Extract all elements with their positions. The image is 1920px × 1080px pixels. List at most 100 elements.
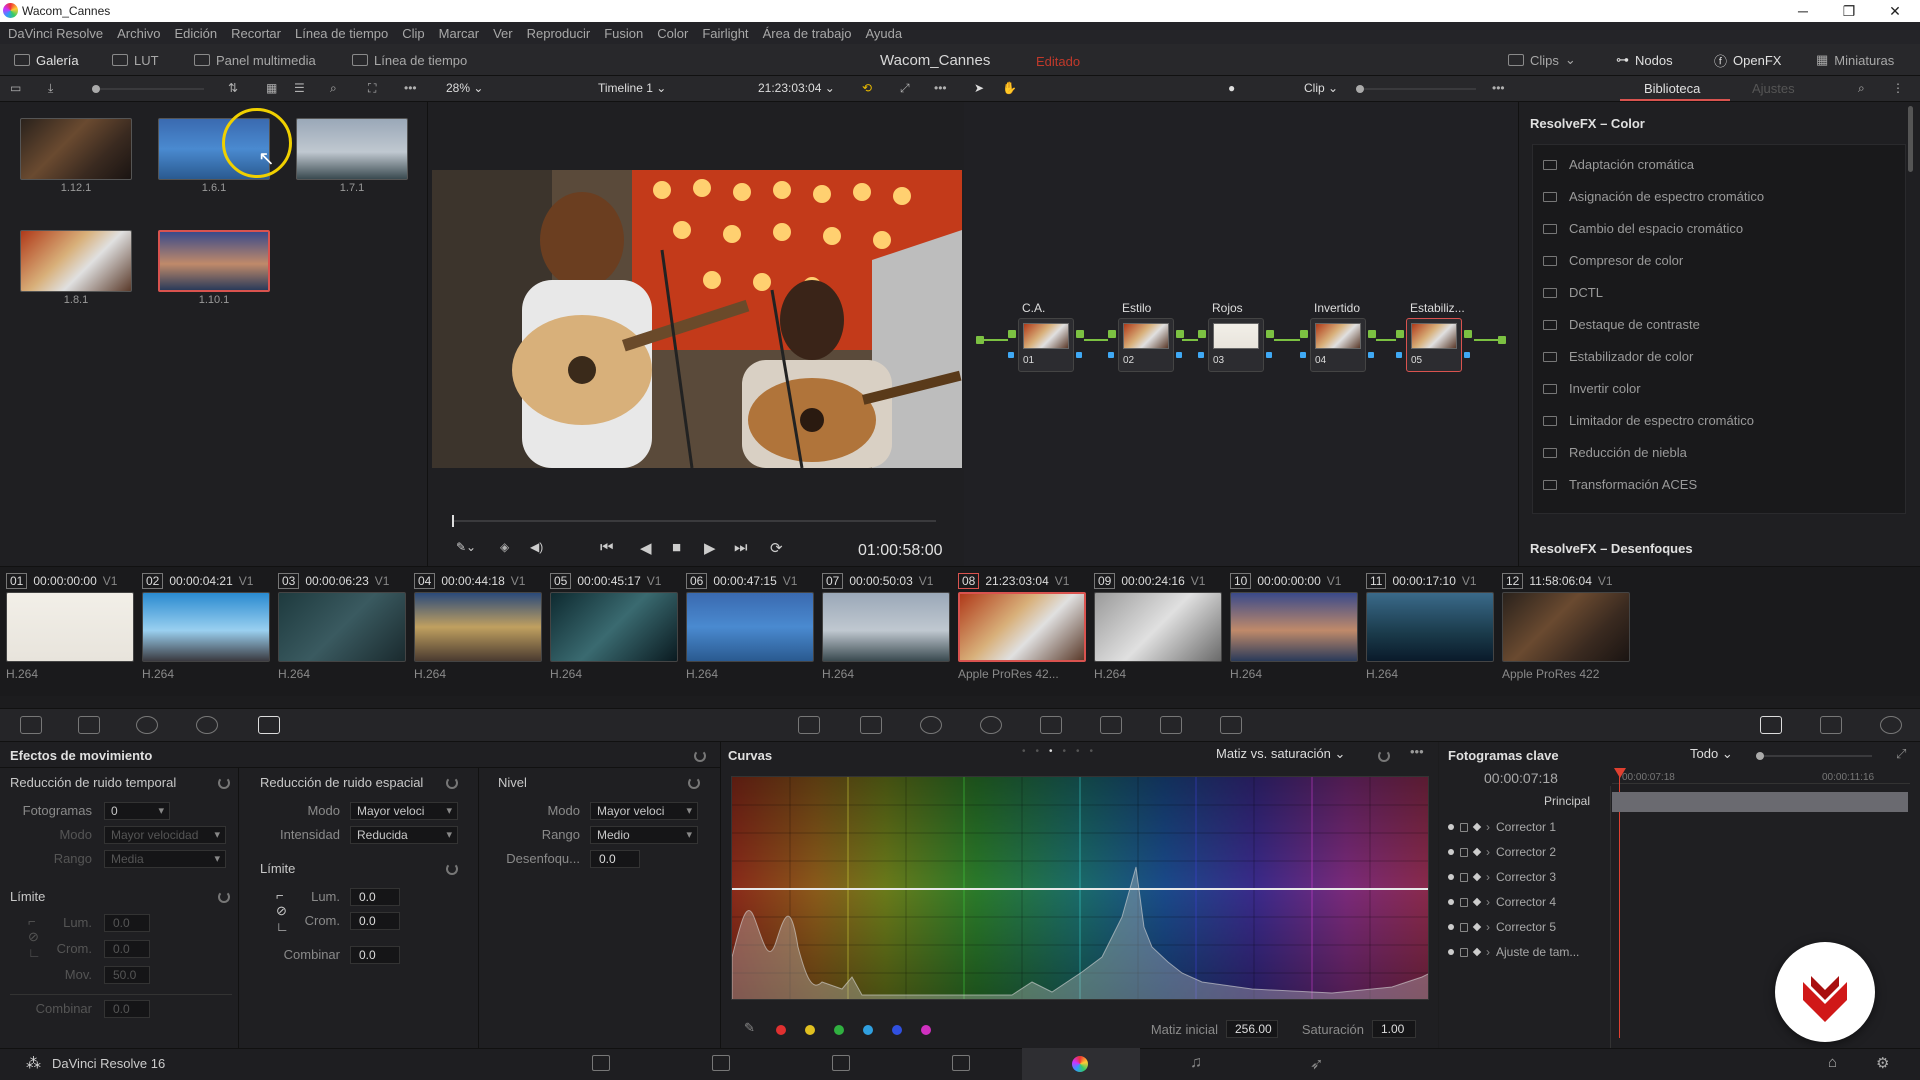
loop-icon[interactable]: ⟲ [862,81,872,95]
keyframe-diamond-icon[interactable] [1472,947,1482,957]
keyframe-row[interactable]: › Ajuste de tam... [1448,943,1579,961]
keyframe-row[interactable]: › Corrector 5 [1448,918,1556,936]
reset-icon[interactable] [218,777,230,789]
timeline-clip[interactable]: 07 00:00:50:03 V1 H.264 [822,572,956,681]
gallery-button[interactable]: Galería [14,50,79,70]
menu-fusion[interactable]: Fusion [604,26,643,41]
clip-thumbnail[interactable] [550,592,678,662]
node-rgb-out[interactable] [1266,330,1274,338]
hue-sat-curve[interactable] [731,776,1429,1000]
node-rgb-in[interactable] [1008,330,1016,338]
page-dots[interactable]: •••••• [1022,746,1103,757]
gallery-still[interactable] [20,118,132,180]
fx-item[interactable]: Invertir color [1543,381,1641,396]
timeline-select[interactable]: Timeline 1 ⌄ [598,81,666,95]
camera-raw-icon[interactable] [20,716,42,734]
curve-color-dot[interactable] [834,1025,844,1035]
minimize-button[interactable]: ─ [1780,0,1826,22]
clip-thumbnail[interactable] [278,592,406,662]
hue-field[interactable]: 256.00 [1226,1020,1278,1038]
grid-view-icon[interactable]: ▦ [266,81,277,95]
color-node[interactable]: 03 [1208,318,1264,372]
timeline-clip[interactable]: 06 00:00:47:15 V1 H.264 [686,572,820,681]
slider-handle[interactable] [1356,85,1364,93]
timeline-clip[interactable]: 11 00:00:17:10 V1 H.264 [1366,572,1500,681]
gallery-still[interactable] [158,230,270,292]
gallery-still[interactable] [20,230,132,292]
gallery-still[interactable] [296,118,408,180]
gear-icon[interactable]: ⚙ [1876,1054,1889,1072]
enable-dot-icon[interactable] [1448,899,1454,905]
menu-area[interactable]: Área de trabajo [763,26,852,41]
enable-dot-icon[interactable] [1448,849,1454,855]
node-rgb-out[interactable] [1076,330,1084,338]
spatial-mode-select[interactable]: Mayor veloci [350,802,458,820]
clip-thumbnail[interactable] [142,592,270,662]
sort-icon[interactable]: ⇅ [228,81,238,95]
play-reverse-icon[interactable]: ◀ [640,539,652,557]
keyframes-icon[interactable] [1760,716,1782,734]
clip-thumbnail[interactable] [1502,592,1630,662]
node-input[interactable] [976,336,984,344]
openfx-button[interactable]: ⓕ OpenFX [1714,50,1781,70]
curve-color-dot[interactable] [776,1025,786,1035]
spatial-lum-field[interactable]: 0.0 [350,888,400,906]
fx-item[interactable]: Reducción de niebla [1543,445,1687,460]
fx-item[interactable]: DCTL [1543,285,1603,300]
menu-recortar[interactable]: Recortar [231,26,281,41]
lock-icon[interactable] [1460,897,1468,907]
page-media-icon[interactable] [592,1055,610,1071]
crom-field[interactable]: 0.0 [104,940,150,958]
viewer-image[interactable] [432,170,962,468]
slider-handle[interactable] [92,85,100,93]
search-icon[interactable]: ⌕ [1858,81,1865,96]
timeline-clip[interactable]: 02 00:00:04:21 V1 H.264 [142,572,276,681]
page-cut-icon[interactable] [712,1055,730,1071]
curve-color-dot[interactable] [805,1025,815,1035]
rgb-mixer-icon[interactable] [196,716,218,734]
temporal-range-select[interactable]: Media [104,850,226,868]
viewer-scrubber[interactable] [452,515,936,527]
layers-icon[interactable]: ◈ [500,540,509,554]
skip-start-icon[interactable]: ⏮ [600,539,614,556]
fx-item[interactable]: Transformación ACES [1543,477,1697,492]
link-icon[interactable]: ⌐ ⊘ ∟ [28,914,41,960]
eyedropper-icon[interactable]: ✎⌄ [456,540,476,554]
menu-archivo[interactable]: Archivo [117,26,160,41]
color-node[interactable]: 05 [1406,318,1462,372]
lock-icon[interactable] [1460,822,1468,832]
spatial-combine-field[interactable]: 0.0 [350,946,400,964]
clip-thumbnail[interactable] [822,592,950,662]
menu-clip[interactable]: Clip [402,26,424,41]
chevron-right-icon[interactable]: › [1486,920,1490,934]
color-node[interactable]: 04 [1310,318,1366,372]
page-deliver-icon[interactable]: ➶ [1310,1054,1323,1074]
lock-icon[interactable] [1460,947,1468,957]
menu-linea[interactable]: Línea de tiempo [295,26,388,41]
nodes-button[interactable]: ⊶ Nodos [1616,50,1673,70]
blur-field[interactable]: 0.0 [590,850,640,868]
enable-dot-icon[interactable] [1448,949,1454,955]
menu-color[interactable]: Color [657,26,688,41]
timeline-clip[interactable]: 08 21:23:03:04 V1 Apple ProRes 42... [958,572,1092,681]
playhead[interactable] [452,515,454,527]
timeline-clip[interactable]: 12 11:58:06:04 V1 Apple ProRes 422 [1502,572,1636,681]
stop-icon[interactable]: ■ [672,539,681,556]
timeline-clip[interactable]: 03 00:00:06:23 V1 H.264 [278,572,412,681]
clips-button[interactable]: Clips ⌄ [1508,50,1576,70]
enable-dot-icon[interactable] [1448,924,1454,930]
keyframe-row[interactable]: › Corrector 1 [1448,818,1556,836]
page-edit-icon[interactable] [832,1055,850,1071]
timeline-clip[interactable]: 01 00:00:00:00 V1 H.264 [6,572,140,681]
temporal-mode-select[interactable]: Mayor velocidad [104,826,226,844]
keyframe-diamond-icon[interactable] [1472,922,1482,932]
3d-icon[interactable] [1220,716,1242,734]
expand-icon[interactable]: ⤢ [900,81,910,96]
node-key-in[interactable] [1008,352,1014,358]
chevron-right-icon[interactable]: › [1486,870,1490,884]
clip-thumbnail[interactable] [1230,592,1358,662]
level-mode-select[interactable]: Mayor veloci [590,802,698,820]
clip-thumbnail[interactable] [414,592,542,662]
close-button[interactable]: ✕ [1872,0,1918,22]
tracker-icon[interactable] [980,716,1002,734]
